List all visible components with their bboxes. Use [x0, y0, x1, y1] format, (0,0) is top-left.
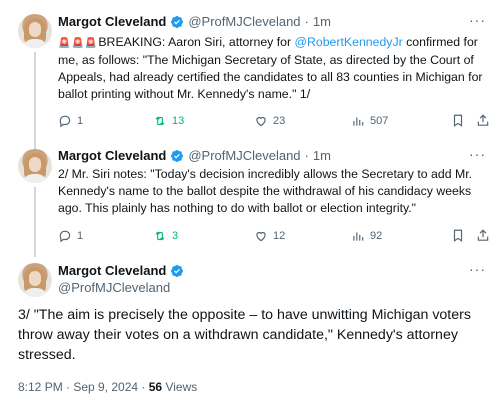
author-handle[interactable]: @ProfMJCleveland	[58, 280, 170, 296]
author-handle[interactable]: @ProfMJCleveland	[188, 148, 300, 164]
like-button[interactable]: 12	[254, 228, 285, 244]
reply-icon	[59, 230, 71, 243]
views-button[interactable]: 507	[351, 113, 388, 129]
reply-button[interactable]: 1	[58, 113, 83, 129]
verified-badge-icon	[171, 150, 184, 162]
verified-badge-icon	[171, 16, 184, 28]
tweet-text: 🚨🚨🚨BREAKING: Aaron Siri, attorney for @R…	[58, 34, 488, 103]
like-count: 23	[273, 115, 286, 127]
views-button[interactable]: 92	[351, 228, 382, 244]
reply-button[interactable]: 1	[58, 228, 83, 244]
share-icon[interactable]	[476, 228, 490, 243]
tweet-text: 2/ Mr. Siri notes: "Today's decision inc…	[58, 167, 473, 215]
bookmark-icon[interactable]	[451, 228, 465, 243]
heart-icon	[256, 116, 266, 127]
views-count: 92	[370, 230, 383, 242]
heart-icon	[256, 231, 266, 242]
author-name[interactable]: Margot Cleveland	[58, 148, 166, 164]
views-icon	[353, 117, 364, 126]
siren-emoji-icon: 🚨🚨🚨	[58, 38, 99, 49]
tweet-1[interactable]: Margot Cleveland @ProfMJCleveland · 1m ·…	[0, 0, 500, 152]
thread-line	[34, 52, 36, 152]
separator-dot: ·	[304, 14, 309, 29]
tweet-actions: 1 13 23 507	[58, 113, 489, 129]
repost-count: 3	[172, 230, 179, 242]
verified-badge-icon	[171, 265, 184, 277]
tweet-header: Margot Cleveland @ProfMJCleveland · 1m	[58, 148, 331, 164]
mention-link[interactable]: @RobertKennedyJr	[295, 35, 403, 49]
author-name[interactable]: Margot Cleveland	[58, 263, 166, 279]
main-tweet-text: 3/ "The aim is precisely the opposite – …	[18, 307, 471, 363]
views-count: 507	[370, 115, 389, 127]
author-name[interactable]: Margot Cleveland	[58, 14, 166, 30]
avatar[interactable]	[18, 14, 52, 48]
share-icon[interactable]	[476, 113, 490, 128]
tweet-2[interactable]: Margot Cleveland @ProfMJCleveland · 1m ·…	[0, 145, 500, 257]
reply-count: 1	[77, 115, 84, 127]
views-count: 56	[148, 380, 163, 394]
avatar-body	[23, 174, 47, 183]
post-timestamp[interactable]: 8:12 PM · Sep 9, 2024 ·	[18, 380, 149, 394]
repost-count: 13	[172, 115, 185, 127]
repost-button[interactable]: 3	[153, 228, 178, 244]
author-handle[interactable]: @ProfMJCleveland	[188, 14, 300, 30]
thread-line	[34, 187, 36, 257]
bookmark-icon[interactable]	[451, 113, 465, 128]
views-icon	[353, 232, 364, 241]
like-button[interactable]: 23	[254, 113, 285, 129]
views-label: Views	[162, 380, 198, 394]
repost-icon	[155, 116, 165, 126]
tweet-text-part: BREAKING: Aaron Siri, attorney for	[98, 35, 295, 49]
avatar-body	[23, 39, 47, 48]
timestamp[interactable]: 1m	[313, 148, 331, 164]
avatar-face	[29, 157, 41, 172]
more-icon[interactable]: ···	[469, 146, 486, 162]
avatar-body	[23, 288, 47, 297]
avatar-face	[29, 22, 41, 37]
avatar[interactable]	[18, 149, 52, 183]
avatar-face	[29, 271, 41, 286]
repost-button[interactable]: 13	[153, 113, 184, 129]
separator-dot: ·	[304, 148, 309, 163]
avatar[interactable]	[18, 263, 52, 297]
like-count: 12	[273, 230, 286, 242]
reply-count: 1	[77, 230, 84, 242]
tweet-actions: 1 3 12 92	[58, 228, 489, 244]
timestamp[interactable]: 1m	[313, 14, 331, 30]
repost-icon	[155, 231, 165, 241]
more-icon[interactable]: ···	[469, 261, 486, 277]
author-handle-row: @ProfMJCleveland	[58, 280, 170, 296]
tweet-meta: 8:12 PM · Sep 9, 2024 · 56 Views	[18, 380, 197, 394]
tweet-header: Margot Cleveland	[58, 263, 188, 279]
reply-icon	[59, 115, 71, 128]
tweet-header: Margot Cleveland @ProfMJCleveland · 1m	[58, 14, 331, 30]
more-icon[interactable]: ···	[469, 12, 486, 28]
